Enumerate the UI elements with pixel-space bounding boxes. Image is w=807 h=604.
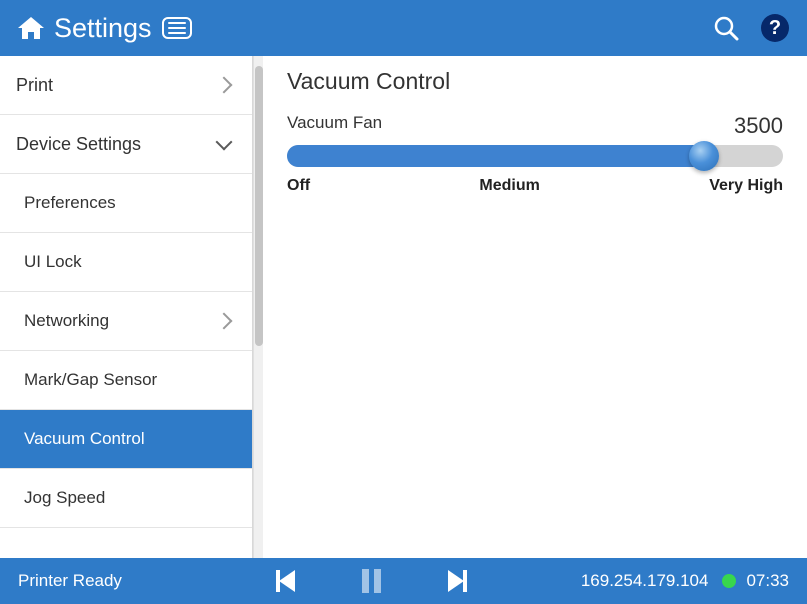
nav-item-vacuum-control[interactable]: Vacuum Control <box>0 410 252 469</box>
scrollbar-thumb[interactable] <box>255 66 263 346</box>
status-dot-icon <box>722 574 736 588</box>
nav-item-preferences[interactable]: Preferences <box>0 174 252 233</box>
sidebar: Print Device Settings Preferences UI Loc… <box>0 56 253 558</box>
printer-status: Printer Ready <box>18 571 122 591</box>
slider-label-min: Off <box>287 177 310 195</box>
nav-item-label: Vacuum Control <box>24 429 236 449</box>
slider-label-mid: Medium <box>479 177 539 195</box>
clock: 07:33 <box>746 571 789 591</box>
search-icon[interactable] <box>713 15 739 41</box>
home-icon[interactable] <box>18 17 44 39</box>
footer-bar: Printer Ready 169.254.179.104 07:33 <box>0 558 807 604</box>
page-title: Settings <box>54 13 152 44</box>
slider-handle[interactable] <box>689 141 719 171</box>
transport-controls <box>162 569 581 593</box>
nav-item-label: UI Lock <box>24 252 236 272</box>
content-panel: Vacuum Control Vacuum Fan 3500 Off Mediu… <box>263 56 807 558</box>
nav-item-print[interactable]: Print <box>0 56 252 115</box>
vacuum-fan-slider[interactable] <box>287 145 783 167</box>
slider-scale-labels: Off Medium Very High <box>287 177 783 195</box>
next-button[interactable] <box>444 569 470 593</box>
nav-item-ui-lock[interactable]: UI Lock <box>0 233 252 292</box>
nav-item-label: Preferences <box>24 193 236 213</box>
slider-label-max: Very High <box>709 177 783 195</box>
nav-item-label: Networking <box>24 311 218 331</box>
sidebar-scroll: Print Device Settings Preferences UI Loc… <box>0 56 252 558</box>
slider-header: Vacuum Fan 3500 <box>287 113 783 139</box>
slider-value: 3500 <box>734 113 783 139</box>
nav-item-label: Print <box>16 75 218 96</box>
nav-item-device-settings[interactable]: Device Settings <box>0 115 252 174</box>
sidebar-scrollbar[interactable] <box>253 56 263 558</box>
nav-item-jog-speed[interactable]: Jog Speed <box>0 469 252 528</box>
body-area: Print Device Settings Preferences UI Loc… <box>0 56 807 558</box>
nav-item-label: Device Settings <box>16 134 218 155</box>
hamburger-icon[interactable] <box>162 17 192 39</box>
nav-item-label: Jog Speed <box>24 488 236 508</box>
chevron-right-icon <box>216 313 233 330</box>
header-bar: Settings ? <box>0 0 807 56</box>
help-icon[interactable]: ? <box>761 14 789 42</box>
ip-address: 169.254.179.104 <box>581 571 709 591</box>
chevron-right-icon <box>216 77 233 94</box>
content-title: Vacuum Control <box>287 68 783 95</box>
previous-button[interactable] <box>272 569 298 593</box>
nav-item-mark-gap-sensor[interactable]: Mark/Gap Sensor <box>0 351 252 410</box>
slider-name: Vacuum Fan <box>287 113 382 139</box>
pause-button[interactable] <box>358 569 384 593</box>
nav-item-label: Mark/Gap Sensor <box>24 370 236 390</box>
chevron-down-icon <box>216 134 233 151</box>
slider-fill <box>287 145 704 167</box>
nav-item-networking[interactable]: Networking <box>0 292 252 351</box>
